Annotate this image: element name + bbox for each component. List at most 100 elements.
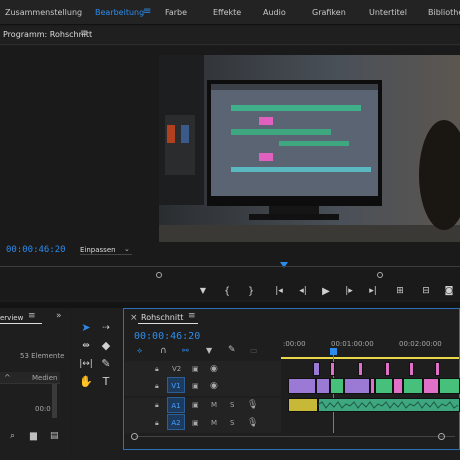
workspace-tab-bearbeitung[interactable]: Bearbeitung (95, 8, 144, 17)
video-clip[interactable] (344, 378, 370, 394)
folder-icon[interactable]: ▆ (30, 431, 37, 441)
timeline-playhead-handle[interactable] (330, 348, 337, 355)
timeline-menu-icon[interactable]: ≡ (188, 311, 196, 321)
close-icon[interactable]: × (130, 313, 138, 323)
video-clip[interactable] (358, 362, 363, 376)
in-point-handle[interactable] (156, 272, 162, 278)
sync-lock-icon[interactable]: ▣ (192, 419, 199, 427)
ruler-label-0: :00:00 (283, 340, 306, 348)
lift-icon[interactable]: ⊞ (393, 286, 407, 296)
type-tool-icon[interactable]: T (98, 374, 114, 390)
scrub-bar[interactable] (0, 266, 460, 267)
add-marker-timeline-icon[interactable]: ▼ (206, 346, 212, 355)
captions-icon[interactable]: ▭ (250, 346, 258, 355)
step-forward-icon[interactable]: |▸ (342, 286, 356, 296)
lock-icon[interactable]: 🔒︎ (155, 365, 159, 374)
panel-menu-icon[interactable]: ≡ (80, 28, 88, 39)
sync-lock-icon[interactable]: ▣ (192, 382, 199, 390)
timeline-scrollbar[interactable] (135, 436, 455, 437)
scroll-end-handle[interactable] (438, 433, 445, 440)
audio-waveform (318, 401, 459, 409)
mute-button[interactable]: M (211, 419, 217, 427)
project-tab[interactable]: erview (0, 314, 23, 322)
microphone-icon[interactable]: 🎙︎ (247, 418, 258, 428)
nest-sequence-icon[interactable]: ⟡ (137, 346, 142, 356)
video-clip[interactable] (439, 378, 460, 394)
pen-tool-icon[interactable]: ✎ (98, 356, 114, 372)
program-monitor-title[interactable]: Programm: Rohschnitt (3, 30, 92, 39)
program-video-frame[interactable] (159, 55, 460, 242)
camera-icon[interactable]: ◙ (442, 286, 456, 296)
sync-lock-icon[interactable]: ▣ (192, 401, 199, 409)
lock-icon[interactable]: 🔒︎ (155, 382, 159, 391)
mute-button[interactable]: M (211, 401, 217, 409)
program-timecode[interactable]: 00:00:46:20 (6, 245, 66, 255)
workspace-tab-untertitel[interactable]: Untertitel (369, 8, 407, 17)
play-icon[interactable]: ▶ (319, 286, 333, 297)
go-to-out-icon[interactable]: ▸| (366, 286, 380, 296)
video-clip[interactable] (288, 378, 316, 394)
go-to-in-icon[interactable]: |◂ (272, 286, 286, 296)
track-target-a2[interactable]: A2 (167, 414, 185, 430)
scroll-start-handle[interactable] (131, 433, 138, 440)
mark-out-icon[interactable]: } (244, 286, 258, 297)
video-clip[interactable] (330, 362, 335, 376)
selection-tool-icon[interactable]: ➤ (78, 320, 94, 336)
workspace-tab-effekte[interactable]: Effekte (213, 8, 241, 17)
video-clip[interactable] (423, 378, 439, 394)
project-scrollbar[interactable] (52, 384, 57, 418)
lock-icon[interactable]: 🔒︎ (155, 401, 159, 410)
sort-chevron-icon[interactable]: ^ (4, 373, 11, 382)
items-count: 53 Elemente (20, 352, 65, 360)
video-clip[interactable] (409, 362, 414, 376)
out-point-handle[interactable] (377, 272, 383, 278)
hamburger-icon[interactable]: ≡ (143, 6, 151, 17)
sync-lock-icon[interactable]: ▣ (192, 365, 199, 373)
video-clip[interactable] (393, 378, 403, 394)
lock-icon[interactable]: 🔒︎ (155, 419, 159, 428)
video-clip[interactable] (385, 362, 390, 376)
chevron-down-icon[interactable]: ⌄ (124, 245, 130, 253)
workspace-tab-bibliothek[interactable]: Bibliothek (428, 8, 460, 17)
wrench-icon[interactable]: ✎ (228, 345, 236, 355)
video-clip[interactable] (403, 378, 423, 394)
ruler-label-2: 00:02:00:00 (399, 340, 442, 348)
razor-tool-icon[interactable]: ◆ (98, 338, 114, 354)
solo-button[interactable]: S (230, 401, 234, 409)
ripple-edit-tool-icon[interactable]: ⇹ (78, 338, 94, 354)
mark-in-icon[interactable]: { (220, 286, 234, 297)
video-clip[interactable] (435, 362, 440, 376)
add-marker-icon[interactable]: ▼ (196, 286, 210, 295)
workspace-tab-farbe[interactable]: Farbe (165, 8, 187, 17)
solo-button[interactable]: S (230, 419, 234, 427)
video-clip[interactable] (316, 378, 330, 394)
slip-tool-icon[interactable]: |↔| (78, 356, 94, 372)
track-select-tool-icon[interactable]: ⇢ (98, 320, 114, 336)
new-item-icon[interactable]: ▤ (50, 431, 59, 441)
microphone-icon[interactable]: 🎙︎ (247, 400, 258, 410)
column-header-medien[interactable]: Medien (32, 374, 57, 382)
video-clip[interactable] (330, 378, 344, 394)
search-icon[interactable]: ⌕ (10, 431, 15, 441)
audio-clip[interactable] (288, 398, 318, 412)
workspace-tab-zusammenstellung[interactable]: Zusammenstellung (5, 8, 82, 17)
linked-selection-icon[interactable]: ⚯ (182, 346, 189, 355)
panel-overflow-icon[interactable]: » (56, 311, 62, 321)
work-area-bar[interactable] (281, 357, 459, 359)
workspace-tab-audio[interactable]: Audio (263, 8, 286, 17)
track-target-v1[interactable]: V1 (167, 377, 185, 393)
eye-icon[interactable]: ◉ (210, 364, 218, 374)
extract-icon[interactable]: ⊟ (419, 286, 433, 296)
timeline-tab[interactable]: Rohschnitt (141, 313, 183, 322)
snap-magnet-icon[interactable]: ∩ (160, 346, 167, 356)
project-menu-icon[interactable]: ≡ (28, 311, 36, 321)
hand-tool-icon[interactable]: ✋ (78, 374, 94, 390)
step-back-icon[interactable]: ◂| (296, 286, 310, 296)
track-label-v2[interactable]: V2 (172, 365, 181, 373)
eye-icon[interactable]: ◉ (210, 381, 218, 391)
workspace-tab-grafiken[interactable]: Grafiken (312, 8, 346, 17)
video-clip[interactable] (313, 362, 320, 376)
video-clip[interactable] (375, 378, 393, 394)
track-target-a1[interactable]: A1 (167, 397, 185, 413)
timeline-timecode[interactable]: 00:00:46:20 (134, 331, 200, 342)
